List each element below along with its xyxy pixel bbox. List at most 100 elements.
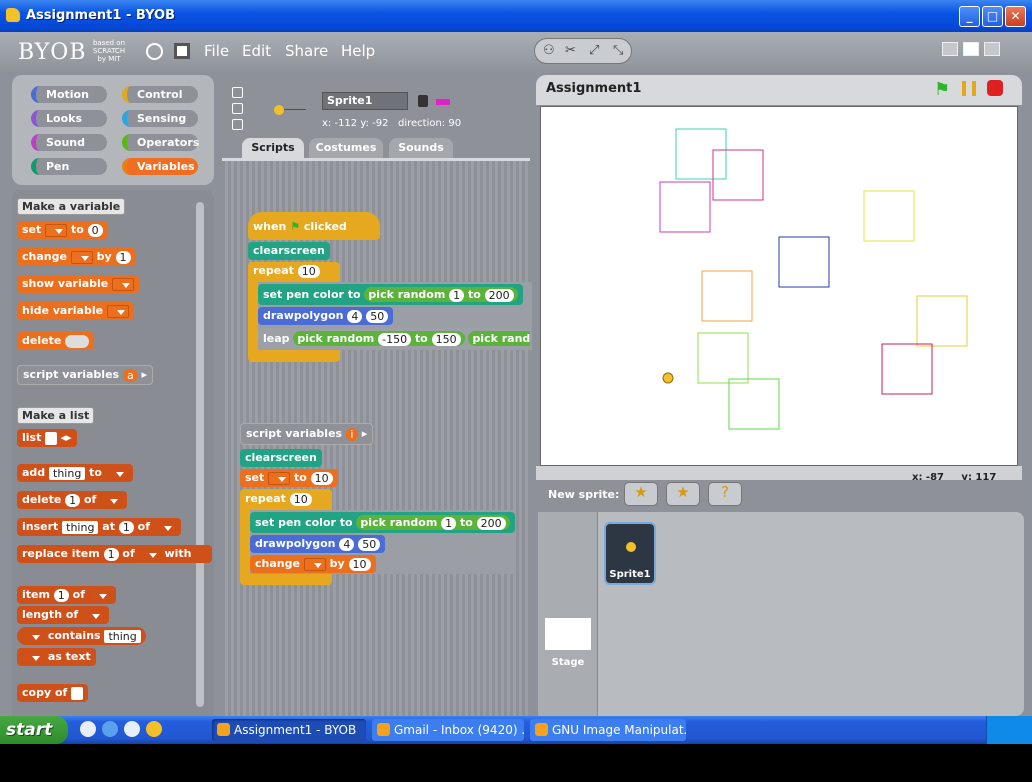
item-of-block[interactable]: item 1 of — [17, 586, 116, 604]
green-flag-icon[interactable]: ⚑ — [934, 79, 950, 100]
value-slot[interactable]: 0 — [87, 223, 103, 237]
menu-edit[interactable]: Edit — [242, 42, 271, 60]
category-pen[interactable]: Pen — [31, 158, 107, 175]
index-slot[interactable]: 1 — [118, 520, 134, 534]
delete-tool-icon[interactable]: ✂ — [565, 43, 576, 58]
close-button[interactable]: ✕ — [1005, 6, 1026, 27]
quicklaunch-media-icon[interactable] — [124, 721, 140, 737]
empty-slot[interactable] — [65, 334, 90, 348]
when-flag-clicked-hat[interactable]: when ⚑ clicked — [248, 212, 380, 240]
replace-item-block[interactable]: replace item 1 of with — [17, 545, 212, 563]
copy-of-block[interactable]: copy of — [17, 684, 88, 702]
value-slot[interactable]: -150 — [378, 332, 412, 346]
list-dropdown[interactable] — [153, 520, 176, 534]
length-of-block[interactable]: length of — [17, 606, 110, 624]
list-dropdown[interactable] — [105, 466, 128, 480]
choose-sprite-folder-icon[interactable]: ★ — [666, 482, 700, 506]
var-dropdown[interactable] — [112, 277, 135, 291]
minimize-button[interactable]: _ — [959, 6, 980, 27]
category-sound[interactable]: Sound — [31, 134, 107, 151]
value-slot[interactable]: 1 — [115, 250, 131, 264]
show-variable-block[interactable]: show variable — [17, 275, 140, 293]
contains-block[interactable]: contains thing — [17, 627, 146, 645]
duplicate-tool-icon[interactable]: ⚇ — [543, 43, 555, 58]
set-variable-block[interactable]: set to 0 — [17, 221, 108, 239]
delete-block[interactable]: delete — [17, 332, 95, 350]
stage-canvas[interactable] — [540, 106, 1018, 466]
leap-block[interactable]: leap pick random -150 to 150 pick rando — [258, 328, 530, 349]
var-dropdown[interactable] — [70, 250, 93, 264]
drawpolygon-block[interactable]: drawpolygon 4 50 — [258, 307, 394, 325]
value-slot[interactable]: 10 — [348, 557, 371, 571]
tab-costumes[interactable]: Costumes — [309, 138, 383, 158]
stage-thumbnail-pane[interactable]: Stage — [538, 512, 598, 716]
var-i[interactable]: i — [345, 427, 358, 441]
value-slot[interactable]: 4 — [347, 309, 363, 323]
var-dropdown[interactable] — [303, 557, 326, 571]
pick-random-reporter-partial[interactable]: pick rando — [468, 331, 530, 346]
hide-variable-block[interactable]: hide variable — [17, 302, 134, 320]
pick-random-reporter[interactable]: pick random 1 to 200 — [364, 287, 518, 302]
rotate-style-icon[interactable] — [232, 87, 243, 98]
value-slot[interactable]: thing — [104, 629, 141, 643]
make-list-button[interactable]: Make a list — [17, 407, 95, 424]
make-variable-button[interactable]: Make a variable — [17, 198, 126, 215]
quicklaunch-desktop-icon[interactable] — [80, 721, 96, 737]
list-dropdown[interactable] — [100, 493, 123, 507]
value-slot[interactable]: 10 — [310, 471, 333, 485]
as-text-block[interactable]: as text — [17, 648, 96, 666]
change-variable-block[interactable]: change by 1 — [17, 248, 136, 266]
category-motion[interactable]: Motion — [31, 86, 107, 103]
value-slot[interactable]: 1 — [449, 288, 465, 302]
change-variable-block[interactable]: change by 10 — [250, 555, 376, 573]
var-dropdown[interactable] — [268, 471, 291, 485]
value-slot[interactable]: 50 — [366, 309, 389, 323]
palette-scrollbar[interactable] — [196, 202, 204, 707]
set-pen-color-block[interactable]: set pen color to pick random 1 to 200 — [258, 284, 523, 305]
index-slot[interactable]: 1 — [103, 547, 119, 561]
stage-thumbnail[interactable] — [545, 618, 591, 650]
list-slot[interactable] — [45, 431, 57, 445]
index-slot[interactable]: 1 — [53, 588, 69, 602]
task-gimp[interactable]: GNU Image Manipulat... — [530, 719, 686, 741]
direction-line[interactable] — [284, 109, 306, 110]
maximize-button[interactable]: □ — [982, 6, 1003, 27]
category-looks[interactable]: Looks — [31, 110, 107, 127]
clearscreen-block[interactable]: clearscreen — [240, 449, 322, 467]
start-button[interactable]: start — [0, 716, 68, 744]
value-slot[interactable]: 200 — [484, 288, 514, 302]
var-dropdown[interactable] — [45, 223, 68, 237]
value-slot[interactable]: 1 — [441, 516, 457, 530]
pause-icon[interactable] — [962, 81, 976, 96]
list-block[interactable]: list ◂▸ — [17, 429, 77, 447]
pick-random-reporter[interactable]: pick random 1 to 200 — [356, 515, 510, 530]
index-slot[interactable]: 1 — [65, 493, 81, 507]
grow-tool-icon[interactable]: ⤢ — [589, 43, 599, 58]
menu-share[interactable]: Share — [285, 42, 328, 60]
tab-scripts[interactable]: Scripts — [242, 138, 304, 158]
value-slot[interactable]: 4 — [339, 537, 355, 551]
surprise-sprite-icon[interactable]: ? — [708, 482, 742, 506]
small-stage-icon[interactable] — [942, 42, 958, 56]
list-slot[interactable] — [71, 686, 83, 700]
clearscreen-block[interactable]: clearscreen — [248, 242, 330, 260]
category-control[interactable]: Control — [122, 86, 198, 103]
sprite-on-stage[interactable] — [662, 372, 674, 384]
list-dropdown[interactable] — [138, 547, 161, 561]
pick-random-reporter[interactable]: pick random -150 to 150 — [293, 331, 465, 346]
sprite1-thumbnail[interactable]: Sprite1 — [604, 522, 656, 585]
script-variables-block[interactable]: script variables i ▸ — [240, 423, 374, 445]
list-dropdown[interactable] — [22, 629, 44, 643]
value-slot[interactable]: 10 — [289, 492, 312, 506]
list-dropdown[interactable] — [22, 650, 44, 664]
tab-sounds[interactable]: Sounds — [389, 138, 453, 158]
paint-new-sprite-icon[interactable]: ★ — [624, 482, 658, 506]
menu-file[interactable]: File — [204, 42, 229, 60]
category-variables[interactable]: Variables — [122, 158, 198, 175]
value-slot[interactable]: 150 — [431, 332, 461, 346]
delete-of-list-block[interactable]: delete 1 of — [17, 491, 128, 509]
value-slot[interactable]: 50 — [358, 537, 381, 551]
task-byob[interactable]: Assignment1 - BYOB — [212, 719, 366, 741]
value-slot[interactable]: 200 — [476, 516, 506, 530]
add-to-list-block[interactable]: add thing to — [17, 464, 133, 482]
